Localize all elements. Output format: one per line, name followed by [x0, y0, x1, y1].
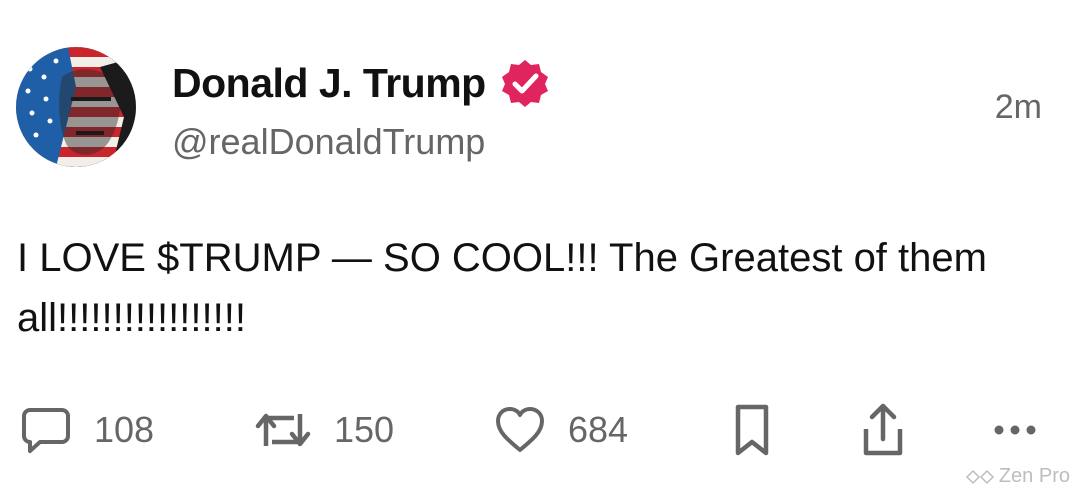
flag-portrait-avatar-icon	[16, 47, 136, 167]
verified-badge-icon	[500, 58, 550, 108]
share-icon	[863, 403, 903, 456]
reply-button[interactable]: 108	[20, 400, 154, 460]
like-count: 684	[568, 409, 629, 450]
bookmark-icon	[735, 404, 769, 456]
like-button[interactable]: 684	[494, 400, 628, 460]
comment-icon	[22, 408, 70, 453]
share-button[interactable]	[858, 400, 908, 460]
repost-button[interactable]: 150	[254, 400, 394, 460]
avatar[interactable]	[16, 47, 136, 167]
watermark-logo-icon	[965, 469, 994, 484]
post-timestamp[interactable]: 2m	[995, 88, 1042, 127]
more-button[interactable]	[992, 400, 1038, 460]
post-text: I LOVE $TRUMP — SO COOL!!! The Greatest …	[17, 236, 987, 340]
more-icon	[994, 425, 1036, 435]
heart-icon	[496, 407, 544, 452]
action-bar: 108 150 684	[0, 400, 1080, 460]
repost-count: 150	[334, 409, 395, 450]
user-handle[interactable]: @realDonaldTrump	[172, 121, 485, 163]
display-name[interactable]: Donald J. Trump	[172, 58, 550, 108]
repost-icon	[255, 413, 311, 447]
watermark: Zen Pro	[965, 465, 1070, 488]
reply-count: 108	[94, 409, 155, 450]
bookmark-button[interactable]	[732, 400, 772, 460]
watermark-text: Zen Pro	[998, 465, 1070, 487]
display-name-text: Donald J. Trump	[172, 59, 486, 106]
